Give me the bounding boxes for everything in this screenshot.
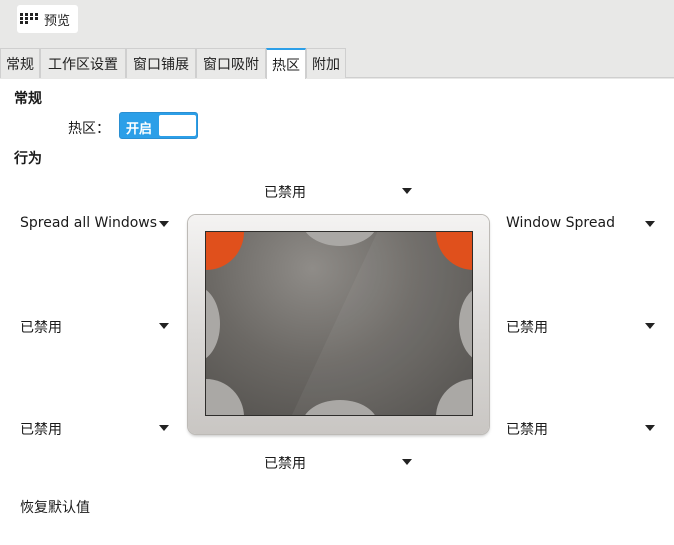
chevron-down-icon [159, 425, 169, 431]
chevron-down-icon [402, 459, 412, 465]
hotzone-toggle[interactable]: 开启 [119, 112, 198, 139]
dropdown-value: Spread all Windows [20, 215, 158, 231]
toggle-knob [159, 115, 196, 136]
top-left-hotcorner[interactable] [206, 232, 244, 270]
screen-preview [205, 231, 473, 416]
bottom-right-corner-dropdown[interactable]: 已禁用 [506, 417, 658, 439]
chevron-down-icon [645, 323, 655, 329]
chevron-down-icon [645, 221, 655, 227]
bottom-left-corner-dropdown[interactable]: 已禁用 [20, 417, 172, 439]
dropdown-value: 已禁用 [264, 185, 306, 201]
tab-bar: 常规 工作区设置 窗口铺展 窗口吸附 热区 附加 [0, 48, 674, 79]
top-left-corner-dropdown[interactable]: Spread all Windows [20, 213, 172, 235]
chevron-down-icon [402, 188, 412, 194]
tab-window-snap[interactable]: 窗口吸附 [196, 48, 266, 78]
tab-workspace[interactable]: 工作区设置 [40, 48, 126, 78]
top-right-corner-dropdown[interactable]: Window Spread [506, 213, 658, 235]
reset-defaults-button[interactable]: 恢复默认值 [20, 497, 90, 517]
chevron-down-icon [645, 425, 655, 431]
dropdown-value: 已禁用 [20, 422, 62, 438]
chevron-down-icon [159, 221, 169, 227]
section-behavior-heading: 行为 [14, 151, 42, 167]
chevron-down-icon [159, 323, 169, 329]
left-edge-dropdown[interactable]: 已禁用 [20, 315, 172, 337]
bottom-edge-dropdown[interactable]: 已禁用 [264, 451, 414, 473]
dropdown-value: 已禁用 [506, 320, 548, 336]
tab-window-spread[interactable]: 窗口铺展 [126, 48, 196, 78]
dropdown-value: 已禁用 [506, 422, 548, 438]
toggle-state-label: 开启 [126, 122, 153, 137]
left-edge-zone[interactable] [206, 286, 220, 362]
tab-hotcorners[interactable]: 热区 [266, 48, 306, 79]
preview-label: 预览 [44, 13, 71, 29]
bottom-left-hotcorner[interactable] [206, 379, 244, 415]
header-bar: 预览 [0, 0, 674, 48]
dropdown-value: 已禁用 [20, 320, 62, 336]
preview-button[interactable]: 预览 [17, 5, 78, 33]
right-edge-dropdown[interactable]: 已禁用 [506, 315, 658, 337]
monitor-preview [188, 215, 489, 434]
dropdown-value: Window Spread [506, 215, 615, 231]
section-general-heading: 常规 [14, 91, 42, 107]
tab-extra[interactable]: 附加 [306, 48, 346, 78]
top-edge-zone[interactable] [302, 232, 378, 246]
tab-general[interactable]: 常规 [0, 48, 40, 78]
dropdown-value: 已禁用 [264, 456, 306, 472]
grid-icon [20, 13, 38, 25]
hotzone-label: 热区： [68, 121, 110, 137]
top-edge-dropdown[interactable]: 已禁用 [264, 180, 414, 202]
